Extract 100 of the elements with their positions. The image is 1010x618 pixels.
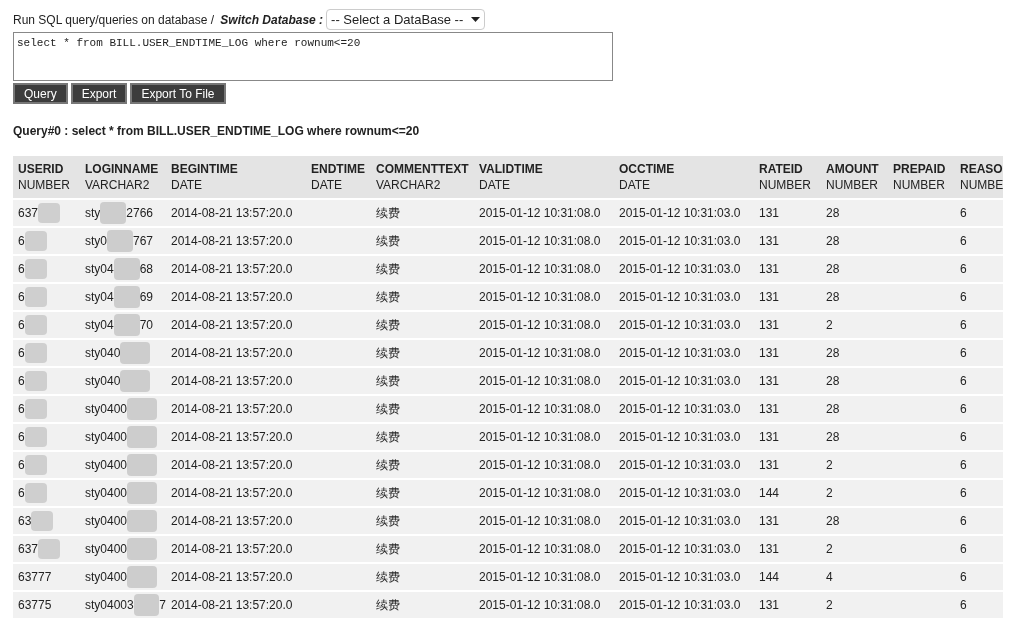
table-cell-text: sty0400 [85,569,128,586]
column-type: VARCHAR2 [85,177,151,193]
table-cell-text: sty04 [85,261,114,278]
table-cell-text: 6 [18,317,25,334]
table-cell-text: 2015-01-12 10:31:08.0 [479,513,601,530]
table-cell-text: 6 [960,289,967,306]
table-cell-text: 2014-08-21 13:57:20.0 [171,569,293,586]
toolbar-button[interactable]: Export To File [130,83,226,104]
redaction-blur [127,454,158,476]
table-cell-text: 2015-01-12 10:31:03.0 [619,597,741,614]
table-cell-text: 2015-01-12 10:31:08.0 [479,541,601,558]
redaction-blur [24,259,47,279]
redaction-blur [24,315,47,335]
redaction-blur [127,482,158,504]
table-cell-text: 28 [826,345,840,362]
redaction-blur [38,203,61,223]
table-cell-text: 131 [759,457,780,474]
table-cell-text: 6 [960,429,967,446]
table-cell-text: sty04 [85,317,114,334]
table-cell-text: 6 [960,541,967,558]
table-cell-text: 144 [759,485,780,502]
table-cell-text: 6 [960,401,967,418]
table-cell-text: sty0400 [85,429,128,446]
table-cell-text: sty040 [85,373,121,390]
column-type: NUMBER [826,177,879,193]
column-type: DATE [311,177,344,193]
table-cell-text: 续费 [376,457,400,474]
table-cell-text: 6 [18,233,25,250]
table-cell-text: 131 [759,401,780,418]
table-cell-text: 2015-01-12 10:31:03.0 [619,261,741,278]
switch-database-label: Switch Database : [220,11,324,29]
redaction-blur [31,511,54,531]
redaction-blur [107,230,133,252]
redaction-blur [113,258,140,280]
table-cell-text: 6 [18,485,25,502]
redaction-blur [113,286,140,308]
table-cell-text: 131 [759,597,780,614]
column-name: USERID [18,161,65,177]
table-cell-text: 2015-01-12 10:31:08.0 [479,205,601,222]
query-input[interactable]: select * from BILL.USER_ENDTIME_LOG where rownum<=20 [13,32,613,81]
table-cell-text: 144 [759,569,780,586]
table-cell-text: 2766 [126,205,154,222]
table-cell-text: 2015-01-12 10:31:03.0 [619,205,741,222]
table-cell-text: 2015-01-12 10:31:03.0 [619,541,741,558]
column-name: ENDTIME [311,161,366,177]
table-cell-text: 131 [759,317,780,334]
table-cell-text: 2015-01-12 10:31:08.0 [479,457,601,474]
column-type: VARCHAR2 [376,177,442,193]
redaction-blur [24,455,47,475]
redaction-blur [127,426,158,448]
table-cell-text: 2015-01-12 10:31:03.0 [619,513,741,530]
table-cell-text: 6 [18,429,25,446]
redaction-blur [127,510,158,532]
table-cell-text: 2014-08-21 13:57:20.0 [171,205,293,222]
table-cell-text: 131 [759,205,780,222]
table-cell-text: sty0400 [85,485,128,502]
redaction-blur [38,539,61,559]
table-cell-text: 2015-01-12 10:31:08.0 [479,345,601,362]
table-cell-text: 2015-01-12 10:31:03.0 [619,429,741,446]
toolbar-button[interactable]: Export [70,83,128,104]
column-name: OCCTIME [619,161,676,177]
redaction-blur [24,427,47,447]
table-cell-text: 6 [960,513,967,530]
table-cell-text: 续费 [376,401,400,418]
table-cell-text: 2014-08-21 13:57:20.0 [171,429,293,446]
table-cell-text: 2015-01-12 10:31:03.0 [619,569,741,586]
table-cell-text: 6 [960,485,967,502]
redaction-blur [24,231,47,251]
table-cell-text: 2014-08-21 13:57:20.0 [171,373,293,390]
table-cell-text: 2015-01-12 10:31:03.0 [619,401,741,418]
column-name: RATEID [759,161,804,177]
redaction-blur [120,370,151,392]
column-name: COMMENTTEXT [376,161,470,177]
table-cell-text: 4 [826,569,833,586]
table-cell-text: 63775 [18,597,52,614]
table-cell-text: 131 [759,345,780,362]
table-cell-text: 6 [960,261,967,278]
table-cell-text: 2014-08-21 13:57:20.0 [171,289,293,306]
table-cell-text: 2014-08-21 13:57:20.0 [171,401,293,418]
table-cell-text: 2014-08-21 13:57:20.0 [171,597,293,614]
table-cell-text: 6 [18,373,25,390]
table-cell-text: 2014-08-21 13:57:20.0 [171,485,293,502]
column-name: VALIDTIME [479,161,544,177]
table-cell-text: 767 [133,233,154,250]
table-cell-text: 6 [960,317,967,334]
table-cell-text: sty04003 [85,597,134,614]
database-select[interactable]: -- Select a DataBase -- [326,9,486,30]
table-cell-text: 131 [759,373,780,390]
table-cell-text: 2015-01-12 10:31:08.0 [479,373,601,390]
toolbar-button[interactable]: Query [13,83,68,104]
table-cell-text: 131 [759,429,780,446]
column-type: NUMBE [960,177,1003,193]
table-cell-text: 2014-08-21 13:57:20.0 [171,513,293,530]
table-cell-text: 续费 [376,261,400,278]
column-type: DATE [619,177,652,193]
table-cell-text: 6 [960,233,967,250]
table-cell-text: 续费 [376,233,400,250]
redaction-blur [113,314,140,336]
table-cell-text: 637 [18,541,39,558]
table-cell-text: 2 [826,597,833,614]
